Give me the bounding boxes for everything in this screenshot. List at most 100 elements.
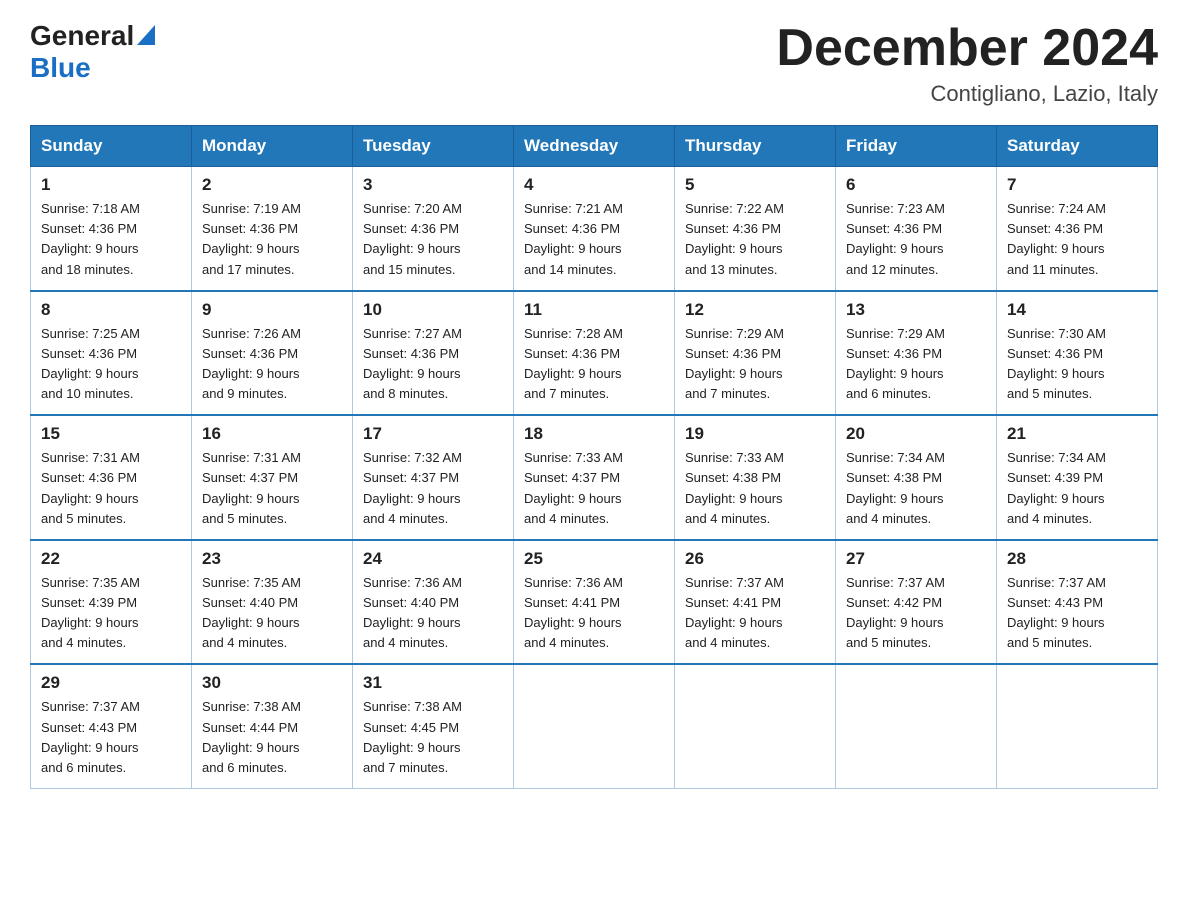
calendar-day-cell: 2 Sunrise: 7:19 AMSunset: 4:36 PMDayligh… <box>192 167 353 291</box>
day-number: 15 <box>41 424 181 444</box>
day-info: Sunrise: 7:31 AMSunset: 4:37 PMDaylight:… <box>202 450 301 525</box>
day-info: Sunrise: 7:35 AMSunset: 4:40 PMDaylight:… <box>202 575 301 650</box>
day-info: Sunrise: 7:29 AMSunset: 4:36 PMDaylight:… <box>685 326 784 401</box>
day-info: Sunrise: 7:21 AMSunset: 4:36 PMDaylight:… <box>524 201 623 276</box>
day-number: 19 <box>685 424 825 444</box>
calendar-week-row: 15 Sunrise: 7:31 AMSunset: 4:36 PMDaylig… <box>31 415 1158 540</box>
day-number: 23 <box>202 549 342 569</box>
calendar-day-cell: 20 Sunrise: 7:34 AMSunset: 4:38 PMDaylig… <box>836 415 997 540</box>
day-number: 25 <box>524 549 664 569</box>
day-info: Sunrise: 7:36 AMSunset: 4:40 PMDaylight:… <box>363 575 462 650</box>
day-info: Sunrise: 7:26 AMSunset: 4:36 PMDaylight:… <box>202 326 301 401</box>
calendar-day-cell: 25 Sunrise: 7:36 AMSunset: 4:41 PMDaylig… <box>514 540 675 665</box>
day-number: 18 <box>524 424 664 444</box>
calendar-day-cell: 28 Sunrise: 7:37 AMSunset: 4:43 PMDaylig… <box>997 540 1158 665</box>
page-header: General Blue December 2024 Contigliano, … <box>30 20 1158 107</box>
day-number: 31 <box>363 673 503 693</box>
logo-triangle-icon <box>137 25 155 50</box>
day-info: Sunrise: 7:33 AMSunset: 4:37 PMDaylight:… <box>524 450 623 525</box>
day-number: 3 <box>363 175 503 195</box>
calendar-day-cell: 5 Sunrise: 7:22 AMSunset: 4:36 PMDayligh… <box>675 167 836 291</box>
day-number: 1 <box>41 175 181 195</box>
day-number: 13 <box>846 300 986 320</box>
calendar-day-cell: 15 Sunrise: 7:31 AMSunset: 4:36 PMDaylig… <box>31 415 192 540</box>
day-number: 4 <box>524 175 664 195</box>
calendar-header-row: SundayMondayTuesdayWednesdayThursdayFrid… <box>31 126 1158 167</box>
weekday-header-saturday: Saturday <box>997 126 1158 167</box>
day-info: Sunrise: 7:33 AMSunset: 4:38 PMDaylight:… <box>685 450 784 525</box>
calendar-day-cell: 27 Sunrise: 7:37 AMSunset: 4:42 PMDaylig… <box>836 540 997 665</box>
day-info: Sunrise: 7:36 AMSunset: 4:41 PMDaylight:… <box>524 575 623 650</box>
day-number: 11 <box>524 300 664 320</box>
day-number: 7 <box>1007 175 1147 195</box>
day-info: Sunrise: 7:27 AMSunset: 4:36 PMDaylight:… <box>363 326 462 401</box>
calendar-day-cell <box>675 664 836 788</box>
calendar-day-cell: 17 Sunrise: 7:32 AMSunset: 4:37 PMDaylig… <box>353 415 514 540</box>
day-info: Sunrise: 7:38 AMSunset: 4:44 PMDaylight:… <box>202 699 301 774</box>
day-info: Sunrise: 7:37 AMSunset: 4:43 PMDaylight:… <box>41 699 140 774</box>
day-info: Sunrise: 7:24 AMSunset: 4:36 PMDaylight:… <box>1007 201 1106 276</box>
day-number: 21 <box>1007 424 1147 444</box>
day-number: 10 <box>363 300 503 320</box>
day-number: 20 <box>846 424 986 444</box>
day-info: Sunrise: 7:37 AMSunset: 4:43 PMDaylight:… <box>1007 575 1106 650</box>
calendar-day-cell: 10 Sunrise: 7:27 AMSunset: 4:36 PMDaylig… <box>353 291 514 416</box>
weekday-header-monday: Monday <box>192 126 353 167</box>
day-number: 12 <box>685 300 825 320</box>
weekday-header-sunday: Sunday <box>31 126 192 167</box>
page-title: December 2024 <box>776 20 1158 77</box>
day-info: Sunrise: 7:20 AMSunset: 4:36 PMDaylight:… <box>363 201 462 276</box>
weekday-header-tuesday: Tuesday <box>353 126 514 167</box>
calendar-day-cell: 4 Sunrise: 7:21 AMSunset: 4:36 PMDayligh… <box>514 167 675 291</box>
calendar-day-cell: 30 Sunrise: 7:38 AMSunset: 4:44 PMDaylig… <box>192 664 353 788</box>
day-info: Sunrise: 7:37 AMSunset: 4:42 PMDaylight:… <box>846 575 945 650</box>
day-info: Sunrise: 7:34 AMSunset: 4:38 PMDaylight:… <box>846 450 945 525</box>
calendar-day-cell: 3 Sunrise: 7:20 AMSunset: 4:36 PMDayligh… <box>353 167 514 291</box>
calendar-day-cell <box>514 664 675 788</box>
day-info: Sunrise: 7:23 AMSunset: 4:36 PMDaylight:… <box>846 201 945 276</box>
calendar-day-cell: 9 Sunrise: 7:26 AMSunset: 4:36 PMDayligh… <box>192 291 353 416</box>
day-number: 26 <box>685 549 825 569</box>
calendar-day-cell: 7 Sunrise: 7:24 AMSunset: 4:36 PMDayligh… <box>997 167 1158 291</box>
day-number: 30 <box>202 673 342 693</box>
day-info: Sunrise: 7:37 AMSunset: 4:41 PMDaylight:… <box>685 575 784 650</box>
title-block: December 2024 Contigliano, Lazio, Italy <box>776 20 1158 107</box>
calendar-week-row: 8 Sunrise: 7:25 AMSunset: 4:36 PMDayligh… <box>31 291 1158 416</box>
day-number: 9 <box>202 300 342 320</box>
calendar-day-cell: 31 Sunrise: 7:38 AMSunset: 4:45 PMDaylig… <box>353 664 514 788</box>
calendar-day-cell: 1 Sunrise: 7:18 AMSunset: 4:36 PMDayligh… <box>31 167 192 291</box>
weekday-header-friday: Friday <box>836 126 997 167</box>
calendar-day-cell: 22 Sunrise: 7:35 AMSunset: 4:39 PMDaylig… <box>31 540 192 665</box>
day-info: Sunrise: 7:28 AMSunset: 4:36 PMDaylight:… <box>524 326 623 401</box>
day-info: Sunrise: 7:38 AMSunset: 4:45 PMDaylight:… <box>363 699 462 774</box>
calendar-week-row: 29 Sunrise: 7:37 AMSunset: 4:43 PMDaylig… <box>31 664 1158 788</box>
day-number: 16 <box>202 424 342 444</box>
day-info: Sunrise: 7:18 AMSunset: 4:36 PMDaylight:… <box>41 201 140 276</box>
day-info: Sunrise: 7:34 AMSunset: 4:39 PMDaylight:… <box>1007 450 1106 525</box>
day-info: Sunrise: 7:29 AMSunset: 4:36 PMDaylight:… <box>846 326 945 401</box>
day-number: 29 <box>41 673 181 693</box>
day-number: 28 <box>1007 549 1147 569</box>
logo-general-text: General <box>30 20 134 52</box>
calendar-day-cell: 8 Sunrise: 7:25 AMSunset: 4:36 PMDayligh… <box>31 291 192 416</box>
day-info: Sunrise: 7:35 AMSunset: 4:39 PMDaylight:… <box>41 575 140 650</box>
logo-blue-text: Blue <box>30 52 91 83</box>
calendar-day-cell: 26 Sunrise: 7:37 AMSunset: 4:41 PMDaylig… <box>675 540 836 665</box>
calendar-day-cell: 11 Sunrise: 7:28 AMSunset: 4:36 PMDaylig… <box>514 291 675 416</box>
day-info: Sunrise: 7:19 AMSunset: 4:36 PMDaylight:… <box>202 201 301 276</box>
calendar-day-cell: 14 Sunrise: 7:30 AMSunset: 4:36 PMDaylig… <box>997 291 1158 416</box>
day-info: Sunrise: 7:22 AMSunset: 4:36 PMDaylight:… <box>685 201 784 276</box>
logo: General Blue <box>30 20 155 84</box>
calendar-day-cell: 6 Sunrise: 7:23 AMSunset: 4:36 PMDayligh… <box>836 167 997 291</box>
calendar-week-row: 1 Sunrise: 7:18 AMSunset: 4:36 PMDayligh… <box>31 167 1158 291</box>
calendar-day-cell: 29 Sunrise: 7:37 AMSunset: 4:43 PMDaylig… <box>31 664 192 788</box>
calendar-day-cell <box>997 664 1158 788</box>
day-number: 22 <box>41 549 181 569</box>
day-number: 5 <box>685 175 825 195</box>
day-number: 2 <box>202 175 342 195</box>
page-subtitle: Contigliano, Lazio, Italy <box>776 81 1158 107</box>
day-number: 24 <box>363 549 503 569</box>
day-info: Sunrise: 7:31 AMSunset: 4:36 PMDaylight:… <box>41 450 140 525</box>
day-number: 17 <box>363 424 503 444</box>
calendar-day-cell: 16 Sunrise: 7:31 AMSunset: 4:37 PMDaylig… <box>192 415 353 540</box>
